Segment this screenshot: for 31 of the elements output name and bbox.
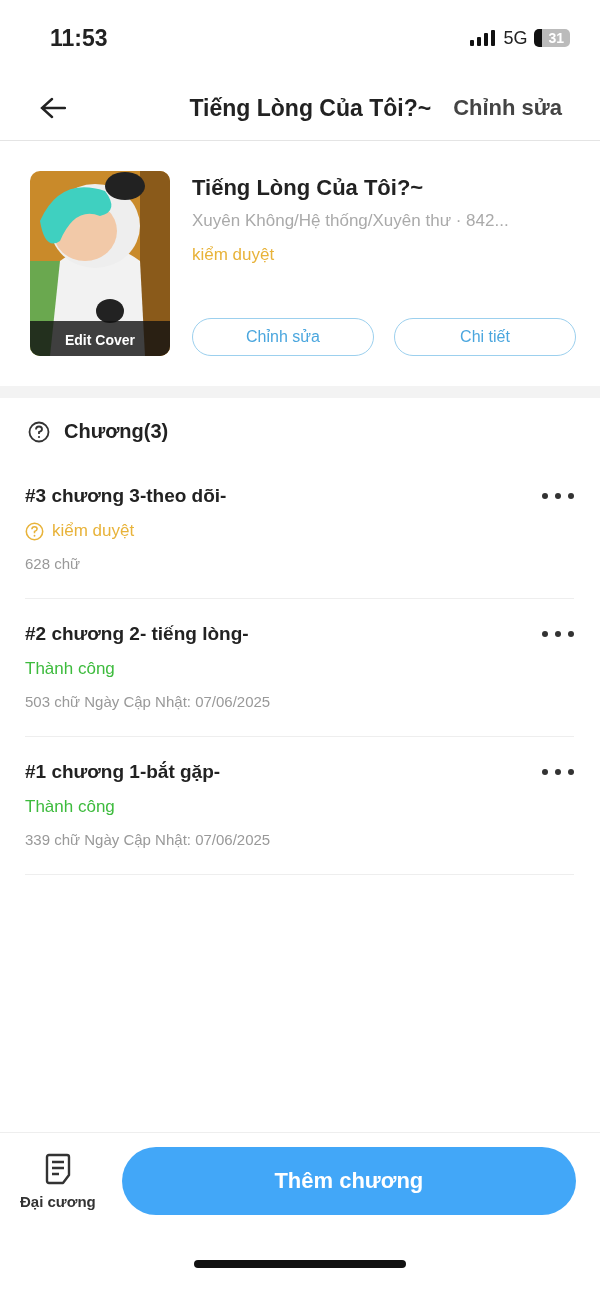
- chapter-title[interactable]: #1 chương 1-bắt gặp-: [25, 761, 221, 783]
- chapter-status: kiểm duyệt: [52, 521, 135, 541]
- chapter-info: 503 chữ Ngày Cập Nhật: 07/06/2025: [25, 693, 272, 710]
- network-label: 5G: [503, 27, 528, 49]
- chapter-status: Thành công: [25, 659, 115, 679]
- section-title: Chương(3): [64, 420, 169, 443]
- chapter-status: Thành công: [25, 797, 115, 817]
- battery-indicator: 31: [534, 29, 570, 47]
- page-title: Tiếng Lòng Của Tôi?~: [189, 94, 432, 122]
- more-button[interactable]: [542, 769, 574, 775]
- edit-button[interactable]: Chỉnh sửa: [453, 95, 562, 121]
- more-button[interactable]: [542, 631, 574, 637]
- back-button[interactable]: [40, 97, 66, 119]
- back-arrow-icon: [40, 97, 66, 119]
- more-icon: [542, 769, 574, 775]
- chapter-title[interactable]: #3 chương 3-theo dõi-: [25, 485, 227, 507]
- status-time: 11:53: [50, 24, 108, 52]
- document-icon: [43, 1152, 72, 1185]
- help-icon: [25, 521, 44, 541]
- help-icon: [28, 420, 50, 443]
- outline-button[interactable]: Đại cương: [20, 1152, 96, 1210]
- signal-icon: [470, 30, 497, 46]
- more-icon: [542, 631, 574, 637]
- book-title: Tiếng Lòng Của Tôi?~: [192, 175, 425, 201]
- book-genres: Xuyên Không/Hệ thống/Xuyên thư · 842...: [192, 211, 510, 231]
- more-button[interactable]: [542, 493, 574, 499]
- chapter-title[interactable]: #2 chương 2- tiếng lòng-: [25, 623, 249, 645]
- chapter-info: 339 chữ Ngày Cập Nhật: 07/06/2025: [25, 831, 272, 848]
- more-icon: [542, 493, 574, 499]
- chapter-info: 628 chữ: [25, 555, 82, 572]
- book-status: kiểm duyệt: [192, 245, 276, 265]
